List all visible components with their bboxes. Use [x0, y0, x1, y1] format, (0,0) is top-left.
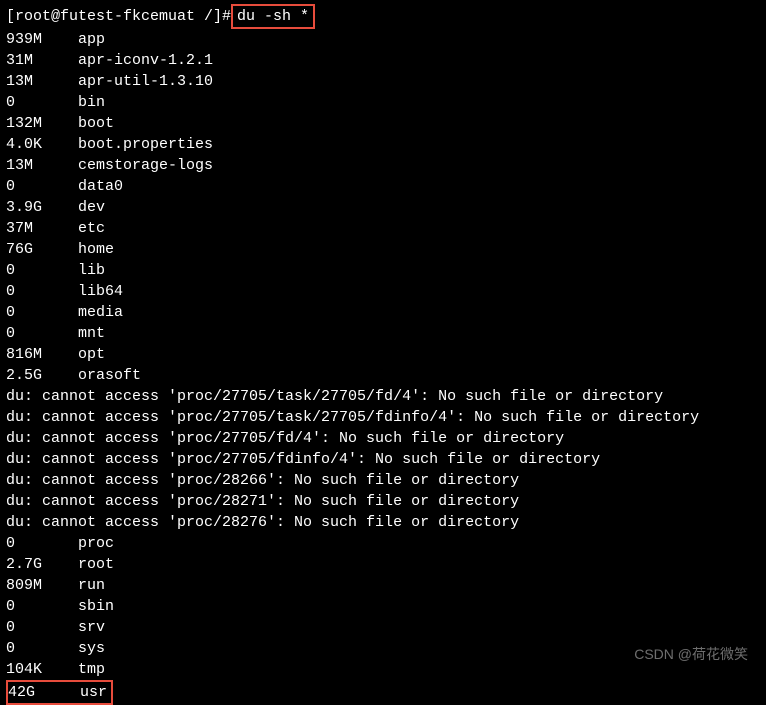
du-entry: 0lib: [6, 260, 760, 281]
entry-name: bin: [78, 92, 105, 113]
entry-name: mnt: [78, 323, 105, 344]
entry-name: etc: [78, 218, 105, 239]
highlighted-row-container: 42G usr: [6, 680, 760, 705]
error-line: du: cannot access 'proc/27705/task/27705…: [6, 407, 760, 428]
command-text: du -sh *: [237, 8, 309, 25]
entry-name: boot: [78, 113, 114, 134]
error-line: du: cannot access 'proc/27705/task/27705…: [6, 386, 760, 407]
entry-name: sbin: [78, 596, 114, 617]
entry-size: 0: [6, 302, 78, 323]
entry-size: 0: [6, 323, 78, 344]
shell-prompt: [root@futest-fkcemuat /]#: [6, 6, 231, 27]
entry-size: 939M: [6, 29, 78, 50]
du-entry: 0data0: [6, 176, 760, 197]
du-entry: 816Mopt: [6, 344, 760, 365]
entry-name: boot.properties: [78, 134, 213, 155]
entry-size: 0: [6, 596, 78, 617]
du-entry: 0media: [6, 302, 760, 323]
error-line: du: cannot access 'proc/27705/fdinfo/4':…: [6, 449, 760, 470]
entry-name: orasoft: [78, 365, 141, 386]
command-highlight-box: du -sh *: [231, 4, 315, 29]
entry-size: 0: [6, 617, 78, 638]
entry-name: data0: [78, 176, 123, 197]
entry-name: lib: [78, 260, 105, 281]
du-entry: 31Mapr-iconv-1.2.1: [6, 50, 760, 71]
du-entry: 809Mrun: [6, 575, 760, 596]
entry-size: 0: [6, 281, 78, 302]
entry-size: 3.9G: [6, 197, 78, 218]
entry-size: 0: [6, 260, 78, 281]
entry-size: 104K: [6, 659, 78, 680]
entry-size: 2.7G: [6, 554, 78, 575]
entry-size: 37M: [6, 218, 78, 239]
entry-name: root: [78, 554, 114, 575]
entry-size: 0: [6, 638, 78, 659]
error-line: du: cannot access 'proc/28276': No such …: [6, 512, 760, 533]
error-line: du: cannot access 'proc/27705/fd/4': No …: [6, 428, 760, 449]
watermark: CSDN @荷花微笑: [634, 645, 748, 665]
entry-size: 0: [6, 533, 78, 554]
entry-name: tmp: [78, 659, 105, 680]
du-entry: 0mnt: [6, 323, 760, 344]
du-entry: 0lib64: [6, 281, 760, 302]
du-output-top: 939Mapp31Mapr-iconv-1.2.113Mapr-util-1.3…: [6, 29, 760, 386]
du-entry: 13Mapr-util-1.3.10: [6, 71, 760, 92]
du-entry: 76Ghome: [6, 239, 760, 260]
entry-name: apr-util-1.3.10: [78, 71, 213, 92]
entry-size: 31M: [6, 50, 78, 71]
entry-name: dev: [78, 197, 105, 218]
entry-name: app: [78, 29, 105, 50]
entry-name: usr: [80, 682, 107, 703]
entry-size: 0: [6, 176, 78, 197]
du-entry: 0sbin: [6, 596, 760, 617]
entry-size: 42G: [8, 682, 80, 703]
entry-size: 132M: [6, 113, 78, 134]
entry-size: 816M: [6, 344, 78, 365]
entry-name: run: [78, 575, 105, 596]
entry-name: srv: [78, 617, 105, 638]
highlighted-entry-box: 42G usr: [6, 680, 113, 705]
du-entry: 13Mcemstorage-logs: [6, 155, 760, 176]
prompt-line: [root@futest-fkcemuat /]# du -sh *: [6, 4, 760, 29]
du-entry: 2.5Gorasoft: [6, 365, 760, 386]
du-errors: du: cannot access 'proc/27705/task/27705…: [6, 386, 760, 533]
entry-name: opt: [78, 344, 105, 365]
entry-size: 0: [6, 92, 78, 113]
du-entry: 2.7Groot: [6, 554, 760, 575]
du-entry: 132Mboot: [6, 113, 760, 134]
du-entry: 0bin: [6, 92, 760, 113]
entry-name: apr-iconv-1.2.1: [78, 50, 213, 71]
error-line: du: cannot access 'proc/28266': No such …: [6, 470, 760, 491]
entry-size: 76G: [6, 239, 78, 260]
entry-size: 2.5G: [6, 365, 78, 386]
entry-size: 4.0K: [6, 134, 78, 155]
du-entry: 939Mapp: [6, 29, 760, 50]
du-entry: 0srv: [6, 617, 760, 638]
du-entry: 4.0Kboot.properties: [6, 134, 760, 155]
entry-name: proc: [78, 533, 114, 554]
du-entry: 0proc: [6, 533, 760, 554]
error-line: du: cannot access 'proc/28271': No such …: [6, 491, 760, 512]
entry-size: 13M: [6, 155, 78, 176]
entry-size: 13M: [6, 71, 78, 92]
entry-name: home: [78, 239, 114, 260]
du-entry: 3.9Gdev: [6, 197, 760, 218]
entry-name: sys: [78, 638, 105, 659]
entry-name: media: [78, 302, 123, 323]
entry-name: cemstorage-logs: [78, 155, 213, 176]
du-entry: 37Metc: [6, 218, 760, 239]
entry-name: lib64: [78, 281, 123, 302]
entry-size: 809M: [6, 575, 78, 596]
